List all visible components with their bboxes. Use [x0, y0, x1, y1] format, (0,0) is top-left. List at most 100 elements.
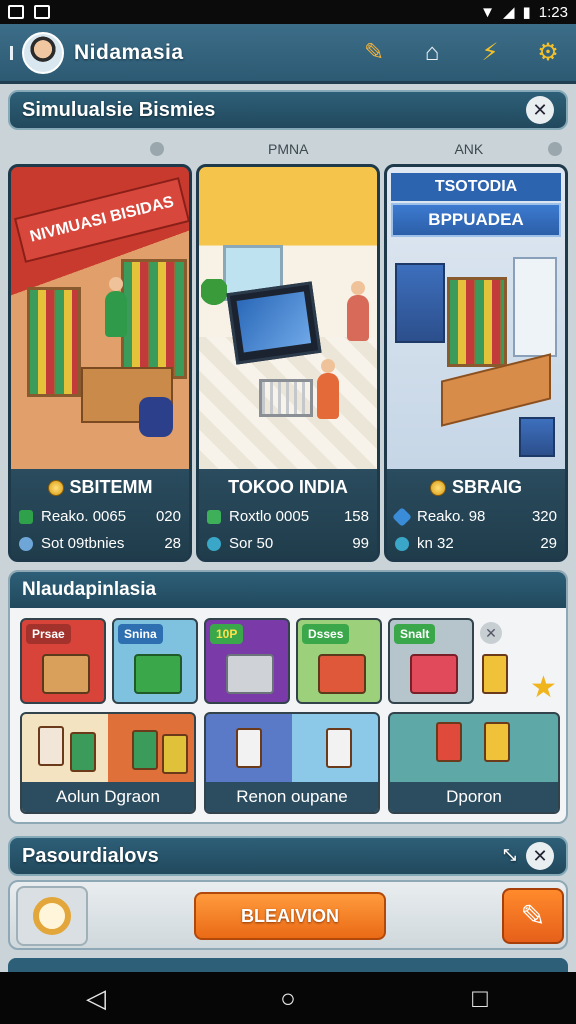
signal-icon: ◢ — [502, 4, 515, 21]
business-name: SBRAIG — [451, 477, 522, 497]
stat-label: Roxtlo 0005 — [229, 508, 310, 525]
group-label: Dporon — [390, 782, 558, 812]
tile-label: Snalt — [394, 624, 436, 644]
category-title: Nlaudapinlasia — [10, 572, 566, 608]
category-tile-snina[interactable]: Snina — [112, 618, 198, 704]
group-label: Aolun Dgraon — [22, 782, 194, 812]
category-group-1[interactable]: Aolun Dgraon — [20, 712, 196, 814]
menu-icon[interactable] — [10, 45, 16, 60]
staff-figure — [347, 281, 369, 341]
shopping-cart-icon — [259, 379, 313, 417]
business-name: SBITEMM — [69, 477, 153, 497]
stat-value: 28 — [164, 535, 181, 552]
stat-label: Reako. 0065 — [41, 508, 127, 525]
business-info: SBRAIG Reako. 98 320 kn 32 29 — [387, 469, 565, 559]
close-small-icon[interactable]: ✕ — [480, 622, 502, 644]
pack-icon — [132, 730, 158, 770]
plant-icon — [201, 279, 227, 319]
category-tile-dsses[interactable]: Dsses — [296, 618, 382, 704]
shop-scene-red: NIVMUASI BISIDAS — [11, 167, 189, 469]
stat-value: 320 — [531, 508, 557, 525]
bottom-section-title: Pasourdialovs — [22, 844, 159, 867]
status-bar: ▼ ◢ ▮ 1:23 — [0, 0, 576, 24]
next-panel-peek — [8, 958, 568, 972]
pack-icon — [162, 734, 188, 774]
system-nav-bar: ◁ ○ □ — [0, 972, 576, 1024]
category-group-2[interactable]: Renon oupane — [204, 712, 380, 814]
pencil-icon[interactable]: ✎ — [502, 888, 564, 944]
recents-icon[interactable]: □ — [467, 983, 493, 1013]
product-icon — [410, 654, 458, 694]
tab-dot-left[interactable] — [150, 142, 164, 156]
tab-dot-right[interactable] — [548, 142, 562, 156]
stat-value: 29 — [540, 535, 557, 552]
pack-icon — [38, 726, 64, 766]
home-icon[interactable]: ○ — [275, 983, 301, 1013]
simulation-header: Simulualsie Bismies ✕ — [8, 90, 568, 130]
category-tile-snalt[interactable]: Snalt — [388, 618, 474, 704]
register-icon — [519, 417, 555, 457]
storage-rack — [395, 263, 445, 343]
business-cards: NIVMUASI BISIDAS SBITEMM Reako. 0065 020 … — [8, 164, 568, 562]
business-info: SBITEMM Reako. 0065 020 Sot 09tbnies 28 — [11, 469, 189, 559]
pack-icon — [484, 722, 510, 762]
cart-icon — [226, 654, 274, 694]
gear-icon[interactable]: ⚙ — [530, 35, 566, 71]
ring-icon[interactable] — [16, 886, 88, 946]
stat-label: Reako. 98 — [417, 508, 486, 525]
pack-icon — [70, 732, 96, 772]
back-icon[interactable]: ◁ — [83, 983, 109, 1013]
store-subtitle: BPPUADEA — [391, 203, 561, 237]
business-card-1[interactable]: NIVMUASI BISIDAS SBITEMM Reako. 0065 020 … — [8, 164, 192, 562]
edit-tools-icon[interactable]: ✎ — [356, 35, 392, 71]
category-panel: Nlaudapinlasia Prsae Snina 10P Dsses Sna… — [8, 570, 568, 824]
box-icon — [134, 654, 182, 694]
coin-icon — [47, 479, 64, 496]
primary-action-button[interactable]: BLEAIVION — [194, 892, 386, 940]
shop-scene-blue: TSOTODIA BPPUADEA — [387, 167, 565, 469]
close-icon[interactable]: ✕ — [526, 96, 554, 124]
business-card-2[interactable]: TOKOO INDIA Roxtlo 0005 158 Sor 50 99 — [196, 164, 380, 562]
avatar[interactable] — [22, 31, 64, 74]
gear-small-icon — [395, 536, 409, 551]
cash-icon — [207, 509, 221, 524]
close-icon[interactable]: ✕ — [526, 842, 554, 870]
pack-icon — [436, 722, 462, 762]
revenue-icon — [19, 509, 33, 524]
gallery-icon — [34, 5, 50, 19]
pack-icon — [326, 728, 352, 768]
stat-value: 020 — [155, 508, 181, 525]
store-title: TSOTODIA — [391, 173, 561, 201]
category-group-3[interactable]: Dporon — [388, 712, 560, 814]
action-row: BLEAIVION ✎ — [8, 880, 568, 950]
tile-label: Dsses — [302, 624, 350, 644]
stat-label: kn 32 — [417, 535, 454, 552]
shop-scene-supermarket — [199, 167, 377, 469]
pack-icon — [236, 728, 262, 768]
info-board — [513, 257, 557, 357]
product-shelf — [27, 287, 81, 397]
app-bar: Nidamasia ✎ ⌂ ⚡ ⚙ — [0, 24, 576, 84]
category-tile-10p[interactable]: 10P — [204, 618, 290, 704]
business-name: TOKOO INDIA — [228, 477, 348, 497]
collapse-icon[interactable]: ⤡ — [503, 847, 516, 865]
category-tile-prsae[interactable]: Prsae — [20, 618, 106, 704]
tab-row: PMNA ANK — [150, 138, 562, 160]
shop-banner: NIVMUASI BISIDAS — [13, 177, 189, 263]
stat-label: Sor 50 — [229, 535, 274, 552]
goods-icon — [318, 654, 366, 694]
tab-ank[interactable]: ANK — [454, 141, 483, 157]
star-icon[interactable]: ★ — [530, 670, 557, 705]
monitor-display — [226, 281, 322, 365]
shopper-figure — [317, 359, 339, 419]
tile-label: 10P — [210, 624, 244, 644]
business-card-3[interactable]: TSOTODIA BPPUADEA SBRAIG Reako. 98 320 kn… — [384, 164, 568, 562]
tab-pmna[interactable]: PMNA — [268, 141, 308, 157]
briefcase-icon[interactable]: ⌂ — [414, 35, 450, 71]
stat-value: 158 — [343, 508, 369, 525]
product-shelf — [121, 259, 187, 379]
bottom-section-header: Pasourdialovs ⤡ ✕ — [8, 836, 568, 876]
lightning-icon[interactable]: ⚡ — [472, 35, 508, 71]
image-icon — [8, 5, 24, 19]
battery-icon: ▮ — [522, 4, 531, 21]
